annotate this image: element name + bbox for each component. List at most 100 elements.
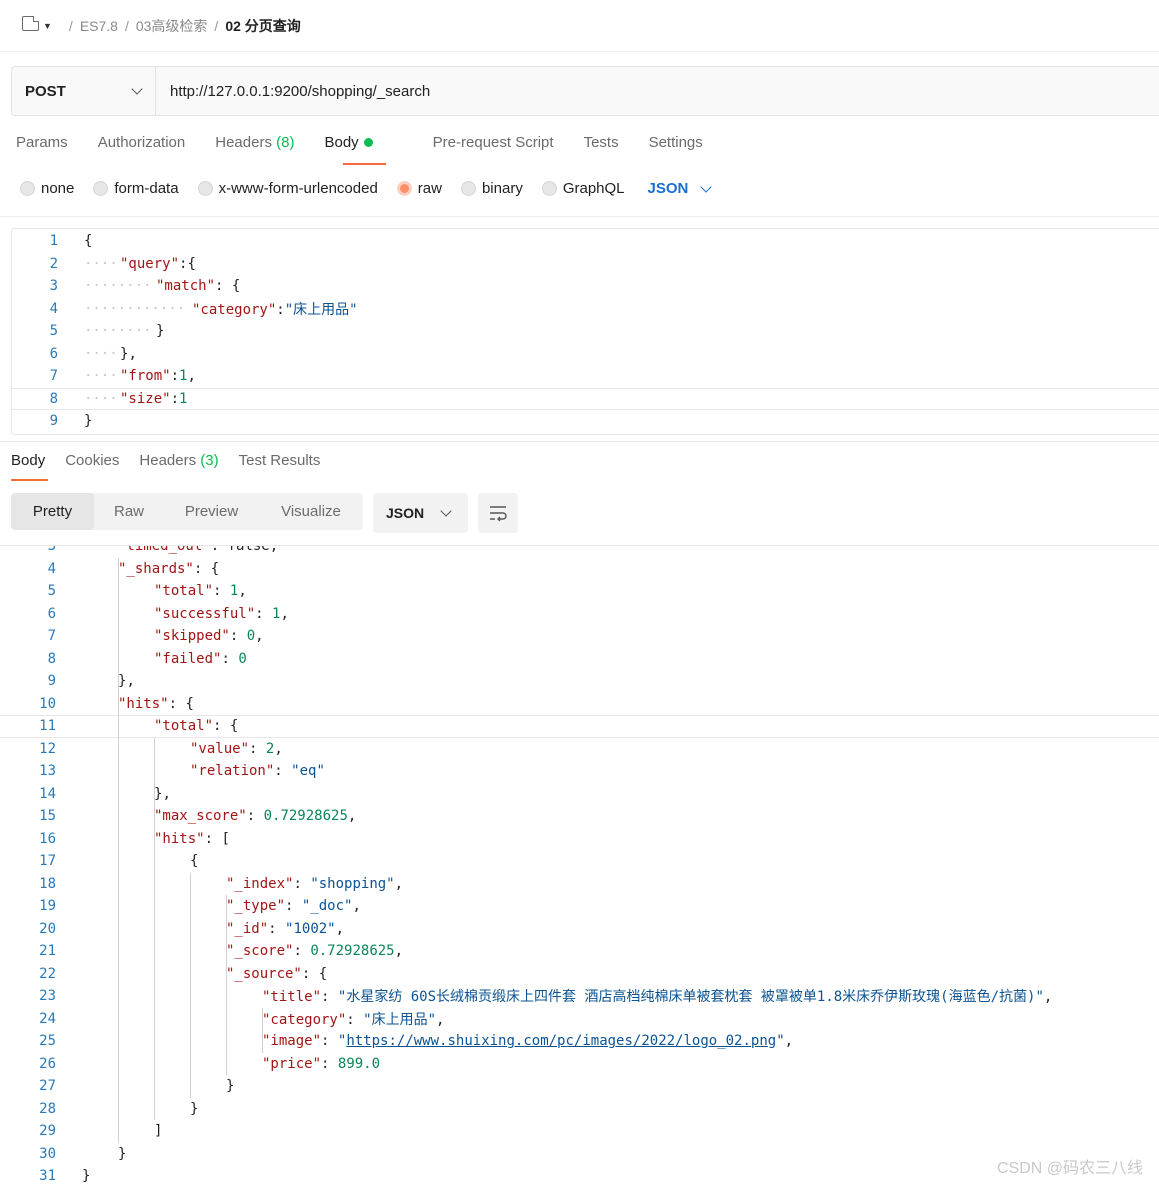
code-line: 14}, [0,783,1159,806]
line-number: 20 [39,920,56,937]
tab-headers[interactable]: Headers (8) [215,134,294,151]
radio-icon [541,181,557,196]
tab-test-results[interactable]: Test Results [239,452,321,469]
code-line: 7 "skipped": 0, [0,625,1159,648]
code-text: "max_score": 0.72928625, [154,808,357,825]
caret-down-icon[interactable]: ▼ [43,21,52,31]
code-line: 3 "match": {········ [12,275,1159,298]
body-format-label: JSON [647,180,689,197]
wrap-lines-icon [490,506,507,522]
body-format-select[interactable]: JSON [647,180,713,197]
mode-visualize[interactable]: Visualize [259,493,363,530]
radio-urlencoded[interactable]: x-www-form-urlencoded [197,180,378,197]
tab-response-headers-label: Headers [139,452,197,469]
url-input[interactable]: http://127.0.0.1:9200/shopping/_search [156,67,430,115]
line-number: 21 [39,943,56,960]
line-number: 7 [49,368,58,385]
tab-response-body[interactable]: Body [11,452,45,469]
indent-guide: ············ [84,300,186,317]
code-text: "category": "床上用品", [262,1011,445,1028]
line-number: 31 [39,1168,56,1185]
response-format-select[interactable]: JSON [373,493,468,533]
breadcrumb-item[interactable]: ES7.8 [80,18,118,34]
radio-form-data[interactable]: form-data [93,180,179,197]
radio-label: binary [481,180,523,197]
code-text: "failed": 0 [154,650,247,667]
request-body-editor[interactable]: 1{2 "query":{···· 3 "match": {········ 4 "cat… [11,228,1159,435]
tab-pre-request-script[interactable]: Pre-request Script [433,134,554,151]
code-line: 30} [0,1143,1159,1166]
tab-authorization[interactable]: Authorization [98,134,186,151]
method-select[interactable]: POST [12,67,156,115]
code-text: "size":1 [120,390,188,407]
indent-guide: ···· [84,255,118,272]
tab-tests[interactable]: Tests [584,134,619,151]
code-line: 8 "size":1 ···· [12,387,1159,410]
tab-headers-count: (8) [276,134,295,151]
code-text: "hits": { [118,695,194,712]
radio-graphql[interactable]: GraphQL [541,180,625,197]
radio-binary[interactable]: binary [460,180,523,197]
code-text: } [84,413,93,430]
code-text: "total": { [154,718,239,735]
code-line: 1{ [12,230,1159,253]
code-line: 5 "total": 1, [0,580,1159,603]
indent-guide [118,557,119,1143]
line-number: 12 [39,740,56,757]
body-type-options: none form-data x-www-form-urlencoded raw… [20,180,713,197]
line-number: 4 [47,560,56,577]
tab-response-headers[interactable]: Headers (3) [139,452,218,469]
code-text: "category":"床上用品" [192,301,358,318]
code-text: { [84,233,93,250]
divider [0,441,1159,442]
line-number: 7 [47,628,56,645]
tab-settings[interactable]: Settings [649,134,703,151]
radio-none[interactable]: none [20,180,74,197]
line-number: 16 [39,830,56,847]
request-tabs: Params Authorization Headers (8) Body Pr… [16,134,733,151]
code-text: }, [120,345,137,362]
line-number: 27 [39,1078,56,1095]
radio-selected-icon [396,181,412,196]
mode-pretty[interactable]: Pretty [11,493,94,530]
line-number: 2 [49,255,58,272]
active-tab-indicator [11,479,48,481]
code-line: 27} [0,1075,1159,1098]
indent-guide: ···· [84,345,118,362]
radio-label: GraphQL [562,180,625,197]
mode-preview[interactable]: Preview [164,493,259,530]
line-number: 25 [39,1033,56,1050]
response-body-viewer[interactable]: 3 "timed_out": false, 4 "_shards": {5 "total… [0,545,1159,1188]
radio-icon [20,181,35,196]
collection-icon[interactable] [22,16,39,31]
tab-body-label: Body [324,134,359,151]
request-name[interactable]: 02 分页查询 [225,16,300,36]
tab-body[interactable]: Body [324,134,402,151]
code-text: }, [118,673,135,690]
line-number: 26 [39,1055,56,1072]
tab-params[interactable]: Params [16,134,68,151]
breadcrumb-item[interactable]: 03高级检索 [136,16,208,36]
code-text: "total": 1, [154,583,247,600]
indent-guide: ···· [84,368,118,385]
code-text: "_type": "_doc", [226,898,361,915]
breadcrumb-separator: / [68,17,73,34]
line-number: 23 [39,988,56,1005]
code-line: 10 "hits": { [0,693,1159,716]
mode-raw[interactable]: Raw [94,493,164,530]
indent-guide [190,872,191,1098]
code-text: { [190,853,199,870]
line-number: 22 [39,965,56,982]
wrap-lines-button[interactable] [478,493,518,533]
response-format-label: JSON [386,505,425,521]
indent-guide: ········ [84,323,152,340]
code-text: "successful": 1, [154,605,289,622]
tab-cookies[interactable]: Cookies [65,452,119,469]
radio-label: raw [417,180,442,197]
chevron-down-icon [700,180,713,193]
watermark: CSDN @码农三八线 [996,1160,1143,1177]
radio-raw[interactable]: raw [396,180,442,197]
line-number: 13 [39,763,56,780]
active-tab-indicator [343,163,386,165]
code-line: 7 "from":1, ···· [12,365,1159,388]
